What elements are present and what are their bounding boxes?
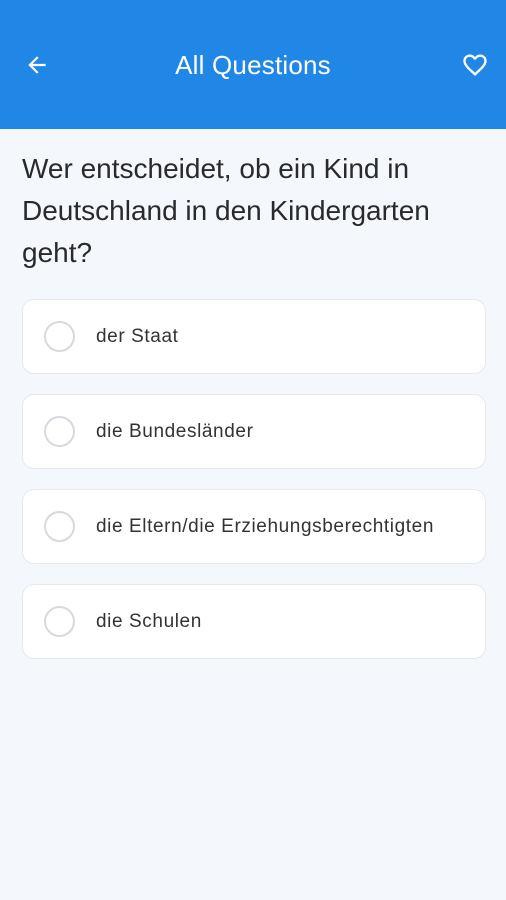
answer-option-label: die Bundesländer — [96, 420, 254, 442]
back-button[interactable] — [16, 44, 58, 86]
app-bar: All Questions — [0, 0, 506, 129]
radio-icon[interactable] — [44, 416, 75, 447]
question-text: Wer entscheidet, ob ein Kind in Deutschl… — [22, 153, 430, 268]
radio-icon[interactable] — [44, 321, 75, 352]
page-title: All Questions — [175, 50, 331, 80]
heart-outline-icon — [463, 54, 487, 76]
answer-option-label: der Staat — [96, 325, 179, 347]
answer-option-4[interactable]: die Schulen — [22, 584, 486, 659]
radio-icon[interactable] — [44, 511, 75, 542]
answer-option-label: die Schulen — [96, 610, 202, 632]
arrow-left-icon — [28, 56, 46, 74]
answer-options: der Staat die Bundesländer die Eltern/di… — [22, 299, 486, 679]
answer-option-2[interactable]: die Bundesländer — [22, 394, 486, 469]
answer-option-1[interactable]: der Staat — [22, 299, 486, 374]
radio-icon[interactable] — [44, 606, 75, 637]
favorite-button[interactable] — [454, 44, 496, 86]
answer-option-label: die Eltern/die Erziehungsberechtigten — [96, 515, 435, 537]
answer-option-3[interactable]: die Eltern/die Erziehungsberechtigten — [22, 489, 486, 564]
